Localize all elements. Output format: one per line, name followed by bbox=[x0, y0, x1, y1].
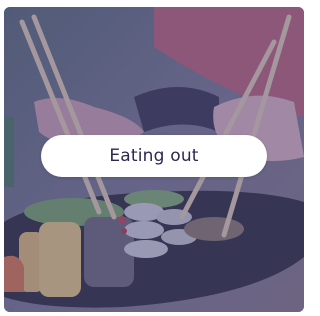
category-label-pill[interactable]: Eating out bbox=[41, 135, 267, 177]
category-label: Eating out bbox=[109, 146, 199, 166]
